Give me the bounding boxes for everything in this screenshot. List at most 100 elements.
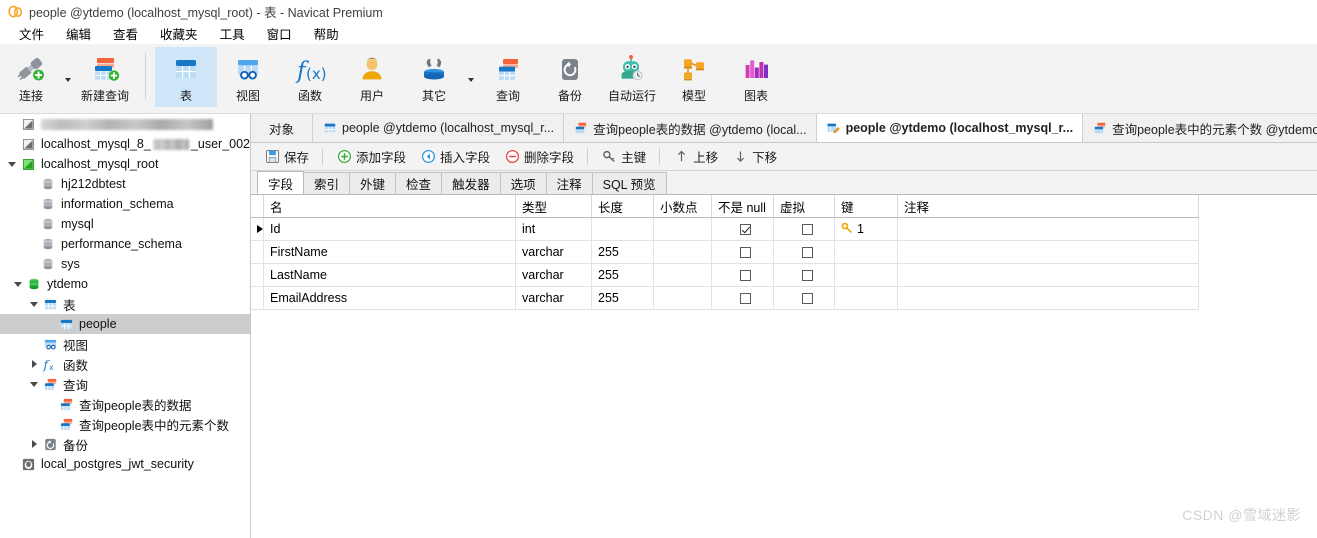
toolbar-table[interactable]: 表: [155, 47, 217, 107]
subtab-foreign-keys[interactable]: 外键: [349, 172, 397, 194]
col-name[interactable]: 名: [263, 195, 516, 218]
sidebar-query-people-count[interactable]: 查询people表中的元素个数: [0, 414, 250, 434]
toolbar-other[interactable]: 其它: [403, 47, 465, 107]
cell-field-comment[interactable]: [897, 286, 1199, 310]
sidebar-table-people[interactable]: people: [0, 314, 250, 334]
cell-field-key[interactable]: [834, 263, 898, 287]
not-null-checkbox[interactable]: [740, 247, 751, 259]
cell-field-name[interactable]: Id: [263, 217, 516, 241]
cell-field-key[interactable]: [834, 286, 898, 310]
cell-field-virtual[interactable]: [773, 240, 835, 264]
toolbar-query[interactable]: 查询: [477, 47, 539, 107]
virtual-checkbox[interactable]: [801, 270, 813, 282]
sidebar-connection-mysql8[interactable]: localhost_mysql_8_ _user_002: [0, 134, 250, 154]
cell-field-virtual[interactable]: [773, 217, 835, 241]
table-row[interactable]: EmailAddress varchar 255: [251, 286, 1199, 310]
sidebar-tree[interactable]: localhost_mysql_8_ _user_002 localhost_m…: [0, 114, 251, 538]
toolbar-connection[interactable]: 连接: [0, 47, 62, 107]
twisty-expanded-icon[interactable]: [26, 374, 42, 394]
tab-query-people-data[interactable]: 查询people表的数据 @ytdemo (local...: [564, 114, 817, 142]
delete-field-button[interactable]: 删除字段: [497, 146, 581, 168]
sidebar-group-tables[interactable]: 表: [0, 294, 250, 314]
cell-field-decimals[interactable]: [653, 286, 712, 310]
sidebar-db-ytdemo[interactable]: ytdemo: [0, 274, 250, 294]
toolbar-user[interactable]: 用户: [341, 47, 403, 107]
sidebar-connection-redacted[interactable]: [0, 114, 250, 134]
subtab-sql-preview[interactable]: SQL 预览: [591, 172, 667, 194]
col-not-null[interactable]: 不是 null: [711, 195, 774, 218]
toolbar-connection-dropdown[interactable]: [62, 47, 74, 107]
not-null-checkbox[interactable]: [740, 224, 751, 236]
twisty-collapsed-icon[interactable]: [26, 434, 42, 454]
sidebar-db-information-schema[interactable]: information_schema: [0, 194, 250, 214]
cell-field-type[interactable]: int: [515, 217, 592, 241]
menu-tools[interactable]: 工具: [209, 22, 256, 45]
col-length[interactable]: 长度: [591, 195, 654, 218]
virtual-checkbox[interactable]: [801, 224, 813, 236]
cell-field-key[interactable]: [834, 240, 898, 264]
cell-field-comment[interactable]: [897, 240, 1199, 264]
tab-people-design[interactable]: people @ytdemo (localhost_mysql_r...: [816, 114, 1084, 142]
menu-window[interactable]: 窗口: [256, 22, 303, 45]
sidebar-db-sys[interactable]: sys: [0, 254, 250, 274]
cell-field-key[interactable]: 1: [834, 217, 898, 241]
virtual-checkbox[interactable]: [801, 247, 813, 259]
twisty-expanded-icon[interactable]: [4, 154, 20, 174]
sidebar-db-performance-schema[interactable]: performance_schema: [0, 234, 250, 254]
twisty-expanded-icon[interactable]: [10, 274, 26, 294]
move-up-button[interactable]: 上移: [666, 146, 725, 168]
col-comment[interactable]: 注释: [897, 195, 1199, 218]
col-virtual[interactable]: 虚拟: [773, 195, 835, 218]
tab-query-people-count[interactable]: 查询people表中的元素个数 @ytdemo ...: [1083, 114, 1317, 142]
primary-key-button[interactable]: 主键: [594, 146, 653, 168]
cell-field-not-null[interactable]: [711, 240, 774, 264]
cell-field-length[interactable]: 255: [591, 240, 654, 264]
cell-field-decimals[interactable]: [653, 263, 712, 287]
toolbar-function[interactable]: f (x) 函数: [279, 47, 341, 107]
col-key[interactable]: 键: [834, 195, 898, 218]
toolbar-other-dropdown[interactable]: [465, 47, 477, 107]
cell-field-name[interactable]: LastName: [263, 263, 516, 287]
subtab-triggers[interactable]: 触发器: [441, 172, 501, 194]
save-button[interactable]: 保存: [257, 146, 316, 168]
cell-field-name[interactable]: FirstName: [263, 240, 516, 264]
subtab-options[interactable]: 选项: [499, 172, 547, 194]
menu-file[interactable]: 文件: [8, 22, 55, 45]
cell-field-length[interactable]: 255: [591, 286, 654, 310]
virtual-checkbox[interactable]: [801, 293, 813, 305]
col-type[interactable]: 类型: [515, 195, 592, 218]
add-field-button[interactable]: 添加字段: [329, 146, 413, 168]
cell-field-length[interactable]: [591, 217, 654, 241]
menu-view[interactable]: 查看: [102, 22, 149, 45]
cell-field-type[interactable]: varchar: [515, 240, 592, 264]
sidebar-group-backup[interactable]: 备份: [0, 434, 250, 454]
menu-help[interactable]: 帮助: [303, 22, 350, 45]
cell-field-not-null[interactable]: [711, 286, 774, 310]
toolbar-view[interactable]: 视图: [217, 47, 279, 107]
toolbar-backup[interactable]: 备份: [539, 47, 601, 107]
cell-field-not-null[interactable]: [711, 217, 774, 241]
tab-people-data[interactable]: people @ytdemo (localhost_mysql_r...: [313, 114, 565, 142]
subtab-checks[interactable]: 检查: [395, 172, 443, 194]
sidebar-db-hj212dbtest[interactable]: hj212dbtest: [0, 174, 250, 194]
twisty-collapsed-icon[interactable]: [26, 354, 42, 374]
sidebar-group-views[interactable]: 视图: [0, 334, 250, 354]
cell-field-name[interactable]: EmailAddress: [263, 286, 516, 310]
toolbar-model[interactable]: 模型: [663, 47, 725, 107]
cell-field-type[interactable]: varchar: [515, 263, 592, 287]
tab-objects[interactable]: 对象: [251, 114, 314, 142]
cell-field-decimals[interactable]: [653, 240, 712, 264]
subtab-fields[interactable]: 字段: [257, 171, 305, 194]
subtab-indexes[interactable]: 索引: [303, 172, 351, 194]
table-row[interactable]: Id int 1: [251, 217, 1199, 241]
not-null-checkbox[interactable]: [740, 270, 751, 282]
toolbar-chart[interactable]: 图表: [725, 47, 787, 107]
twisty-expanded-icon[interactable]: [26, 294, 42, 314]
table-row[interactable]: LastName varchar 255: [251, 263, 1199, 287]
cell-field-type[interactable]: varchar: [515, 286, 592, 310]
not-null-checkbox[interactable]: [740, 293, 751, 305]
cell-field-comment[interactable]: [897, 217, 1199, 241]
cell-field-length[interactable]: 255: [591, 263, 654, 287]
cell-field-virtual[interactable]: [773, 286, 835, 310]
cell-field-virtual[interactable]: [773, 263, 835, 287]
